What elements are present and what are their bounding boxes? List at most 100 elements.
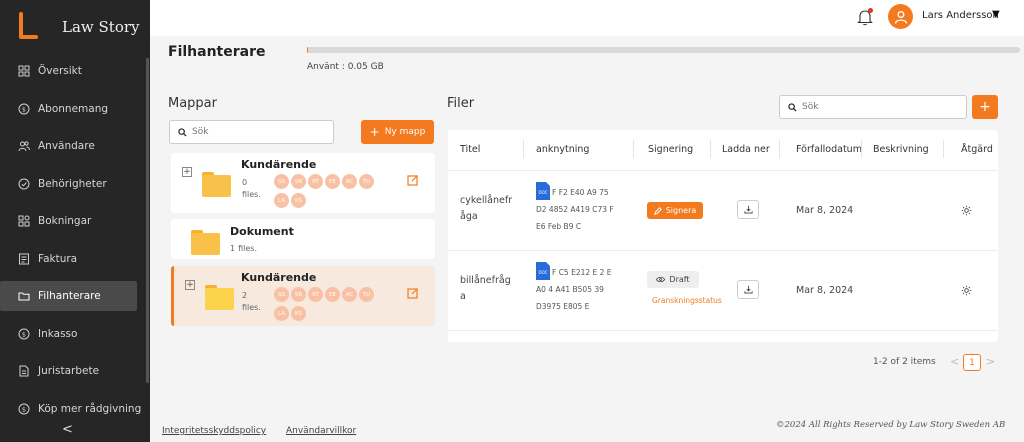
folder-card-active[interactable]: + Kundärende 2 files. SS SR KT EE AC TU … — [171, 266, 435, 326]
member-chip[interactable]: KS — [291, 306, 306, 321]
sidebar-item-abonnemang[interactable]: $ Abonnemang — [0, 94, 148, 124]
draft-badge[interactable]: Draft — [647, 271, 699, 288]
edit-icon[interactable] — [407, 174, 419, 186]
download-button[interactable] — [737, 200, 759, 219]
column-header-titel[interactable]: Titel — [460, 144, 480, 155]
folder-icon — [18, 290, 30, 302]
notification-bell-icon[interactable] — [857, 8, 873, 26]
sidebar-item-anvandare[interactable]: Användare — [0, 131, 148, 161]
column-header-anknytning[interactable]: anknytning — [536, 144, 589, 155]
download-icon — [743, 205, 753, 214]
sidebar-item-inkasso[interactable]: $ Inkasso — [0, 319, 148, 349]
column-header-forfallodatum[interactable]: Förfallodatum — [796, 144, 862, 155]
sign-button[interactable]: Signera — [647, 202, 703, 219]
avatar[interactable] — [888, 4, 913, 29]
eye-icon — [656, 276, 666, 283]
sidebar-item-filhanterare[interactable]: Filhanterare — [0, 281, 137, 311]
sidebar-item-oversikt[interactable]: Översikt — [0, 56, 148, 86]
folder-card[interactable]: Dokument 1 files. — [171, 219, 435, 259]
member-chip[interactable]: LA — [274, 306, 289, 321]
member-chip[interactable]: EE — [325, 174, 340, 189]
folder-search-box[interactable] — [169, 120, 334, 144]
privacy-policy-link[interactable]: Integritetsskyddspolicy — [162, 426, 266, 436]
column-header-atgard[interactable]: Åtgärd — [961, 144, 993, 155]
pagination-page-1[interactable]: 1 — [963, 354, 981, 371]
document-icon — [18, 365, 30, 377]
folder-icon — [202, 172, 231, 197]
folder-card[interactable]: + Kundärende 0 files. SS SR KT EE AC TU … — [171, 153, 435, 213]
sidebar-item-bokningar[interactable]: Bokningar — [0, 206, 148, 236]
member-chip[interactable]: AC — [342, 174, 357, 189]
new-folder-button[interactable]: + Ny mapp — [361, 120, 434, 144]
sidebar-nav: Översikt $ Abonnemang Användare Behörigh… — [0, 56, 148, 431]
pagination-info: 1-2 of 2 items — [873, 357, 936, 367]
attachment-id-line: F F2 E40 A9 75 — [552, 188, 609, 197]
sidebar-item-juristarbete[interactable]: Juristarbete — [0, 356, 148, 386]
sidebar-item-kop-mer-radgivning[interactable]: $ Köp mer rådgivning — [0, 394, 148, 424]
attachment-id-line: A0 4 A41 B505 39 — [536, 285, 604, 294]
user-name[interactable]: Lars Andersson — [922, 10, 999, 21]
folder-file-count-number: 2 — [242, 291, 248, 300]
sign-label: Signera — [665, 206, 697, 215]
download-button[interactable] — [737, 280, 759, 299]
member-chips: LA KS — [274, 306, 308, 321]
plus-icon: + — [369, 125, 380, 139]
file-title-line: a — [460, 291, 466, 302]
member-chip[interactable]: TU — [359, 174, 374, 189]
gear-icon[interactable] — [961, 285, 972, 296]
member-chip[interactable]: SS — [274, 174, 289, 189]
sidebar-item-faktura[interactable]: Faktura — [0, 244, 148, 274]
expand-plus-icon[interactable]: + — [182, 167, 192, 177]
member-chips: SS SR KT EE AC TU — [274, 287, 376, 302]
brand[interactable]: Law Story — [16, 12, 140, 42]
expand-plus-icon[interactable]: + — [185, 280, 195, 290]
column-header-ladda-ner[interactable]: Ladda ner — [722, 144, 770, 155]
sidebar-item-behorigheter[interactable]: Behörigheter — [0, 169, 148, 199]
caret-down-icon[interactable]: ▼ — [992, 9, 1000, 20]
dollar-circle-icon: $ — [18, 103, 30, 115]
member-chip[interactable]: SS — [274, 287, 289, 302]
folder-file-count: 0 files. — [242, 177, 261, 201]
add-file-button[interactable]: + — [972, 95, 998, 119]
new-folder-label: Ny mapp — [384, 127, 426, 137]
folder-icon — [191, 230, 220, 255]
svg-text:$: $ — [22, 105, 26, 113]
dollar-circle-icon: $ — [18, 328, 30, 340]
sidebar-item-label: Bokningar — [38, 215, 92, 227]
files-title: Filer — [447, 96, 475, 111]
sidebar-item-label: Juristarbete — [38, 365, 100, 377]
member-chip[interactable]: KT — [308, 287, 323, 302]
storage-progress-fill — [307, 47, 308, 53]
pagination-prev-button[interactable]: < — [950, 355, 959, 368]
terms-link[interactable]: Användarvillkor — [286, 426, 356, 436]
member-chip[interactable]: KT — [308, 174, 323, 189]
member-chip[interactable]: LA — [274, 193, 289, 208]
folder-search-input[interactable] — [192, 127, 322, 137]
law-story-logo-icon — [16, 12, 40, 42]
notification-dot — [868, 8, 873, 13]
grid-icon — [18, 65, 30, 77]
sidebar-item-label: Köp mer rådgivning — [38, 402, 142, 415]
member-chip[interactable]: AC — [342, 287, 357, 302]
folder-file-count-number: 0 — [242, 178, 248, 187]
file-title-line: åga — [460, 211, 478, 222]
member-chip[interactable]: KS — [291, 193, 306, 208]
attachment-id[interactable]: F F2 E40 A9 75 D2 4852 A419 C73 F E6 Feb… — [536, 184, 626, 235]
file-search-input[interactable] — [802, 102, 952, 112]
dollar-circle-icon: $ — [18, 403, 30, 415]
pagination-next-button[interactable]: > — [986, 355, 995, 368]
file-search-box[interactable] — [779, 95, 967, 119]
member-chip[interactable]: EE — [325, 287, 340, 302]
sidebar-collapse-button[interactable]: < — [62, 422, 73, 437]
column-header-signering[interactable]: Signering — [648, 144, 693, 155]
edit-icon[interactable] — [407, 287, 419, 299]
member-chip[interactable]: SR — [291, 287, 306, 302]
attachment-id[interactable]: F C5 E212 E 2 E A0 4 A41 B505 39 D3975 E… — [536, 264, 626, 315]
column-header-beskrivning[interactable]: Beskrivning — [873, 144, 929, 155]
top-bar: Lars Andersson ▼ — [150, 0, 1024, 36]
member-chip[interactable]: TU — [359, 287, 374, 302]
member-chip[interactable]: SR — [291, 174, 306, 189]
sidebar-item-label: Inkasso — [38, 327, 78, 340]
gear-icon[interactable] — [961, 205, 972, 216]
sidebar-scrollbar[interactable] — [146, 58, 149, 383]
